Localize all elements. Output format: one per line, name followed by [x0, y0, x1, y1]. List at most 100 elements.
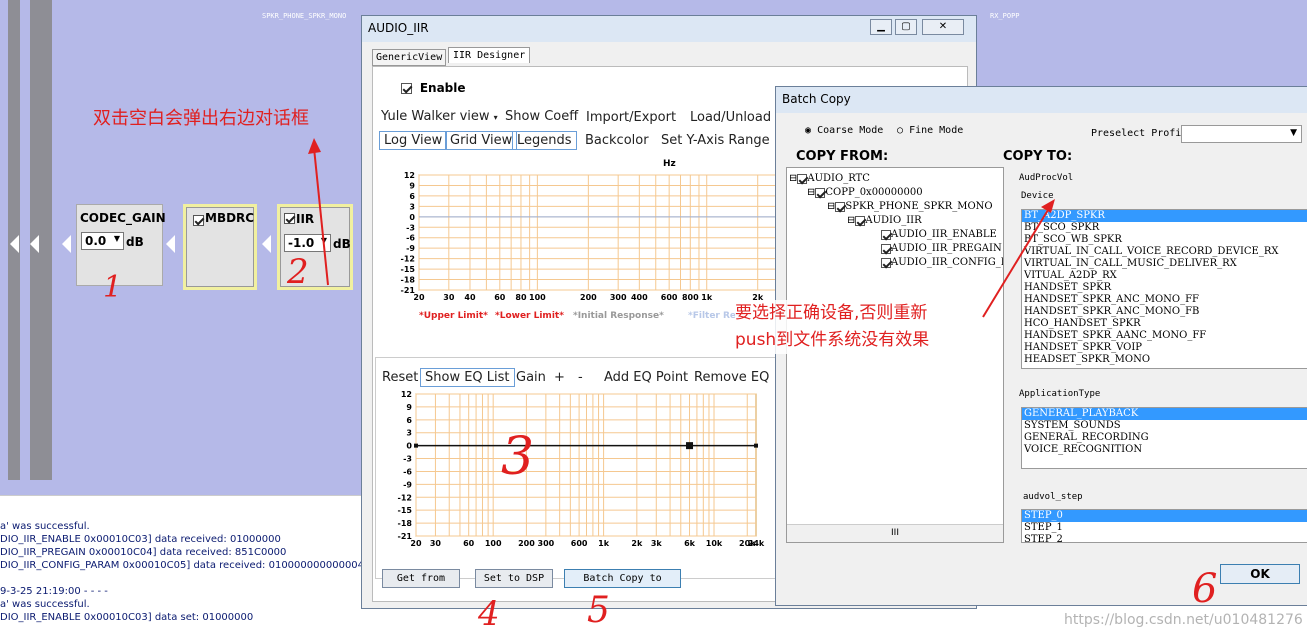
legend-initial-response: *Initial Response* — [573, 311, 664, 321]
tree-node[interactable]: ⊟ SPKR_PHONE_SPKR_MONO — [827, 200, 993, 214]
show-coeff-button[interactable]: Show Coeff — [505, 109, 578, 124]
x-tick-label: 600 — [661, 293, 678, 302]
audvol-step-list[interactable]: STEP_0 STEP_1 STEP_2 — [1021, 509, 1307, 543]
log-line: DIO_IIR_CONFIG_PARAM 0x00010C05] data re… — [0, 560, 362, 571]
x-tick-label: 300 — [610, 293, 627, 302]
load-unload-button[interactable]: Load/Unload — [690, 110, 771, 125]
audprocvol-label: AudProcVol — [1019, 173, 1074, 183]
enable-row[interactable]: Enable — [401, 81, 466, 95]
maximize-button[interactable]: ▢ — [895, 19, 917, 35]
mark-6: 6 — [1192, 566, 1218, 612]
application-type-item[interactable]: GENERAL_PLAYBACK — [1022, 408, 1307, 420]
copy-from-tree[interactable]: ⊟ AUDIO_RTC ⊟ COPP_0x00000000 ⊟ SPKR_PHONE_… — [786, 167, 1004, 543]
log-line: 9-3-25 21:19:00 - - - - — [0, 586, 108, 597]
tab-genericview[interactable]: GenericView — [372, 49, 447, 66]
legends-button[interactable]: Legends — [512, 131, 577, 150]
y-tick-label: 6 — [406, 416, 412, 425]
flow-arrow-icon — [62, 235, 71, 253]
x-tick-label: 10k — [706, 539, 723, 548]
x-tick-label: 800 — [682, 293, 699, 302]
backcolor-button[interactable]: Backcolor — [585, 133, 649, 148]
x-tick-label: 20 — [413, 293, 425, 302]
import-export-button[interactable]: Import/Export — [586, 110, 676, 125]
y-tick-label: -12 — [398, 493, 412, 502]
annotation-arrow — [982, 199, 1055, 318]
application-type-item[interactable]: SYSTEM_SOUNDS — [1022, 420, 1307, 432]
copy-from-label: COPY FROM: — [796, 149, 889, 164]
gain-plus-button[interactable]: + — [554, 370, 565, 385]
log-panel[interactable]: a' was successful. DIO_IIR_ENABLE 0x0001… — [0, 495, 362, 641]
close-button[interactable]: ✕ — [922, 19, 964, 35]
y-tick-label: 12 — [404, 171, 415, 180]
log-view-button[interactable]: Log View — [379, 131, 448, 150]
remove-eq-button[interactable]: Remove EQ — [694, 370, 769, 385]
set-to-dsp-button[interactable]: Set to DSP — [475, 569, 553, 588]
batch-copy-titlebar: Batch Copy — [776, 87, 1307, 113]
codec-gain-title: CODEC_GAIN — [80, 211, 166, 225]
eq-panel: Reset Show EQ List Gain + - Add EQ Point… — [375, 357, 783, 579]
codec-gain-dropdown[interactable]: 0.0 ▼ — [81, 232, 124, 250]
audvol-step-item[interactable]: STEP_0 — [1022, 510, 1307, 522]
application-type-item[interactable]: GENERAL_RECORDING — [1022, 432, 1307, 444]
x-tick-label: 60 — [494, 293, 506, 302]
minimize-button[interactable]: ▁ — [870, 19, 892, 35]
gain-minus-button[interactable]: - — [578, 370, 583, 385]
hint-line: 要选择正确设备,否则重新 — [735, 303, 928, 323]
audvol-step-item[interactable]: STEP_1 — [1022, 522, 1307, 534]
audvol-step-label: audvol_step — [1023, 492, 1083, 502]
get-from-button[interactable]: Get from — [382, 569, 460, 588]
flow-arrow-icon — [30, 235, 39, 253]
ok-button[interactable]: OK — [1220, 564, 1300, 584]
x-tick-label: 200 — [518, 539, 535, 548]
frequency-response-chart[interactable]: 129630-3-6-9-12-15-18-2120 30 40 60 80 100 200… — [381, 171, 781, 306]
mbdrc-checkbox[interactable] — [193, 215, 204, 226]
device-item[interactable]: HANDSET_SPKR_AANC_MONO_FF — [1022, 330, 1307, 342]
add-eq-point-button[interactable]: Add EQ Point — [604, 370, 688, 385]
tree-node[interactable]: ⊟ AUDIO_RTC — [789, 172, 870, 186]
enable-checkbox[interactable] — [401, 83, 412, 94]
eq-point — [686, 442, 694, 450]
set-y-axis-range-button[interactable]: Set Y-Axis Range — [661, 133, 770, 148]
iir-checkbox[interactable] — [284, 213, 295, 224]
hint-select-device: 要选择正确设备,否则重新 push到文件系统没有效果 — [735, 300, 930, 354]
coarse-mode-radio[interactable]: ◉ Coarse Mode — [805, 125, 883, 136]
horizontal-scrollbar[interactable]: III — [787, 524, 1003, 542]
y-tick-label: -18 — [401, 276, 416, 285]
chevron-down-icon: ▼ — [1290, 128, 1297, 138]
audvol-step-item[interactable]: STEP_2 — [1022, 534, 1307, 542]
fine-mode-radio[interactable]: ○ Fine Mode — [897, 125, 963, 136]
legend-filter-response: *Filter Res — [688, 311, 742, 321]
watermark: https://blog.csdn.net/u010481276 — [1064, 612, 1303, 628]
y-tick-label: -6 — [406, 234, 415, 243]
y-tick-label: 0 — [409, 213, 415, 222]
tab-iir-designer[interactable]: IIR Designer — [448, 47, 531, 63]
reset-button[interactable]: Reset — [382, 370, 418, 385]
yule-walker-dropdown[interactable]: Yule Walker view ▾ — [381, 109, 498, 124]
eq-chart[interactable]: 129630-3-6-9-12-15-18-2120 30 60 100 200 300 6… — [380, 390, 780, 552]
y-tick-label: -15 — [401, 265, 416, 274]
canvas-label-rx: RX_POPP — [990, 12, 1020, 20]
device-item[interactable]: HEADSET_SPKR_MONO — [1022, 354, 1307, 366]
show-eq-list-button[interactable]: Show EQ List — [420, 368, 515, 387]
x-tick-label: 30 — [430, 539, 442, 548]
mbdrc-block[interactable]: MBDRC — [186, 207, 254, 287]
y-tick-label: -9 — [403, 480, 412, 489]
device-item[interactable]: HANDSET_SPKR_VOIP — [1022, 342, 1307, 354]
x-tick-label: 60 — [463, 539, 475, 548]
flow-arrow-icon — [262, 235, 271, 253]
batch-copy-to-button[interactable]: Batch Copy to — [564, 569, 681, 588]
application-type-item[interactable]: VOICE_RECOGNITION — [1022, 444, 1307, 456]
tree-node[interactable]: ⊟ AUDIO_IIR — [847, 214, 922, 228]
grid-view-button[interactable]: Grid View — [445, 131, 518, 150]
y-tick-label: -18 — [398, 519, 413, 528]
preselect-profile-select[interactable]: ▼ — [1181, 125, 1302, 143]
enable-label: Enable — [419, 81, 466, 95]
application-type-list[interactable]: GENERAL_PLAYBACK SYSTEM_SOUNDS GENERAL_REC… — [1021, 407, 1307, 469]
y-tick-label: 9 — [406, 403, 412, 412]
log-line: a' was successful. — [0, 521, 90, 532]
hint-double-click: 双击空白会弹出右边对话框 — [93, 108, 309, 129]
y-tick-label: 3 — [406, 429, 412, 438]
log-line: DIO_IIR_ENABLE 0x00010C03] data set: 010… — [0, 612, 254, 623]
tree-node[interactable]: ⊟ COPP_0x00000000 — [807, 186, 923, 200]
